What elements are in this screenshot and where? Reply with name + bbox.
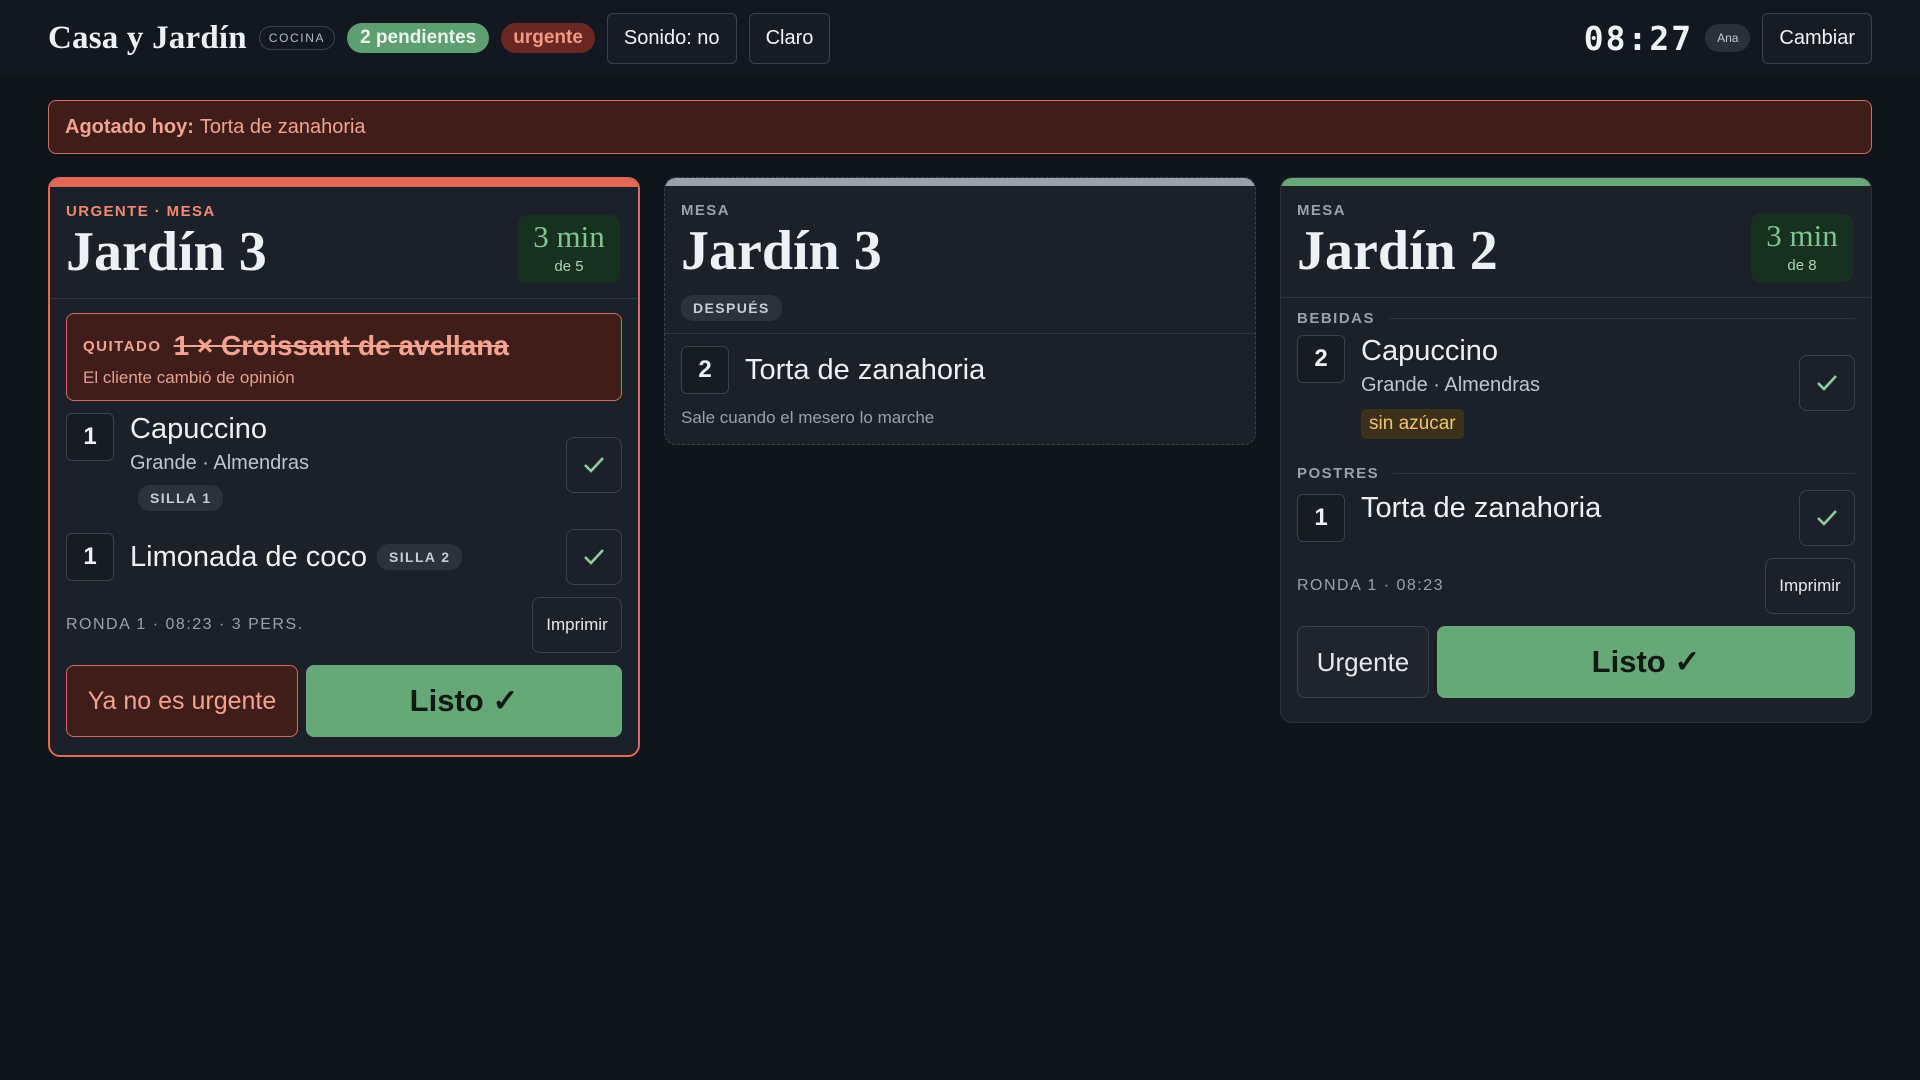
check-icon	[1817, 375, 1837, 391]
round-info: RONDA 1 · 08:23	[1297, 577, 1444, 594]
table-name: Jardín 3	[681, 220, 882, 282]
item-quantity: 1	[66, 533, 114, 581]
station-badge: COCINA	[258, 26, 336, 50]
round-info-row: RONDA 1 · 08:23 · 3 PERS. Imprimir	[66, 597, 622, 653]
clock: 08:27	[1583, 18, 1694, 58]
card-header: URGENTE · MESA Jardín 3 3 min de 5	[50, 187, 638, 299]
order-item: 1 Capuccino Grande · Almendras SILLA 1	[66, 413, 622, 517]
check-icon	[584, 549, 604, 565]
card-body: QUITADO 1 × Croissant de avellana El cli…	[50, 299, 638, 737]
order-item: 2 Capuccino Grande · Almendras sin azúca…	[1297, 335, 1855, 457]
pending-count-badge: 2 pendientes	[347, 23, 490, 53]
round-info-row: RONDA 1 · 08:23 Imprimir	[1297, 558, 1855, 614]
item-name: Limonada de coco	[130, 540, 367, 573]
card-actions: Ya no es urgente Listo ✓	[66, 665, 622, 737]
card-body: BEBIDAS 2 Capuccino Grande · Almendras s…	[1281, 298, 1871, 698]
item-quantity: 1	[1297, 494, 1345, 542]
item-name: Torta de zanahoria	[745, 353, 986, 386]
timer-value: 3 min	[1766, 218, 1838, 253]
print-button[interactable]: Imprimir	[1765, 558, 1855, 614]
round-info: RONDA 1 · 08:23 · 3 PERS.	[66, 616, 304, 633]
item-quantity: 1	[66, 413, 114, 461]
later-badge: DESPUÉS	[681, 295, 782, 321]
card-status-strip	[665, 178, 1255, 186]
sold-out-alert: Agotado hoy: Torta de zanahoria	[48, 100, 1872, 154]
check-icon	[584, 457, 604, 473]
remove-urgent-button[interactable]: Ya no es urgente	[66, 665, 298, 737]
seat-badge: SILLA 1	[138, 485, 224, 511]
order-card-later: MESA Jardín 3 DESPUÉS 2 Torta de zanahor…	[664, 177, 1256, 445]
sound-toggle-button[interactable]: Sonido: no	[606, 12, 737, 64]
change-user-button[interactable]: Cambiar	[1762, 12, 1872, 64]
item-done-button[interactable]	[1799, 490, 1855, 546]
ready-button[interactable]: Listo ✓	[1437, 626, 1855, 698]
timer-target: de 5	[554, 258, 584, 275]
item-quantity: 2	[1297, 335, 1345, 383]
check-icon	[1817, 510, 1837, 526]
seat-badge: SILLA 2	[377, 544, 463, 570]
order-item: 2 Torta de zanahoria	[681, 346, 1239, 394]
removed-note: El cliente cambió de opinión	[83, 368, 295, 387]
modifier-tag: sin azúcar	[1361, 409, 1464, 439]
theme-toggle-button[interactable]: Claro	[748, 12, 831, 64]
card-kicker: MESA	[681, 202, 730, 219]
mark-urgent-button[interactable]: Urgente	[1297, 626, 1429, 698]
urgent-badge: urgente	[501, 23, 595, 53]
removed-label: QUITADO	[83, 337, 162, 355]
order-card: MESA Jardín 2 3 min de 8 BEBIDAS 2 Capuc…	[1280, 177, 1872, 723]
item-name: Capuccino	[1361, 335, 1499, 367]
user-badge: Ana	[1705, 24, 1751, 52]
elapsed-timer: 3 min de 5	[518, 215, 620, 283]
item-quantity: 2	[681, 346, 729, 394]
item-modifiers: Grande · Almendras	[1361, 374, 1540, 396]
item-details: Capuccino Grande · Almendras SILLA 1	[130, 413, 309, 511]
elapsed-timer: 3 min de 8	[1751, 214, 1853, 282]
card-status-strip	[1281, 178, 1871, 186]
item-details: Capuccino Grande · Almendras sin azúcar	[1361, 335, 1540, 439]
brand-title: Casa y Jardín	[48, 19, 247, 56]
removed-item-notice: QUITADO 1 × Croissant de avellana El cli…	[66, 313, 622, 401]
section-label-drinks: BEBIDAS	[1297, 310, 1855, 327]
order-item: 1 Limonada de coco SILLA 2	[66, 529, 622, 585]
ready-button[interactable]: Listo ✓	[306, 665, 622, 737]
item-name: Torta de zanahoria	[1361, 492, 1602, 524]
removed-item-text: 1 × Croissant de avellana	[173, 330, 509, 361]
timer-value: 3 min	[533, 219, 605, 254]
section-label-desserts: POSTRES	[1297, 465, 1855, 482]
item-done-button[interactable]	[566, 437, 622, 493]
order-item: 1 Torta de zanahoria	[1297, 490, 1855, 546]
item-name: Capuccino	[130, 413, 268, 445]
item-done-button[interactable]	[1799, 355, 1855, 411]
card-header: MESA Jardín 3 DESPUÉS	[665, 186, 1255, 334]
card-status-strip	[50, 179, 638, 187]
sold-out-item: Torta de zanahoria	[199, 115, 366, 138]
card-actions: Urgente Listo ✓	[1297, 626, 1855, 698]
timer-target: de 8	[1787, 257, 1817, 274]
print-button[interactable]: Imprimir	[532, 597, 622, 653]
sold-out-label: Agotado hoy:	[65, 115, 194, 138]
order-card-urgent: URGENTE · MESA Jardín 3 3 min de 5 QUITA…	[48, 177, 640, 757]
item-done-button[interactable]	[566, 529, 622, 585]
card-header: MESA Jardín 2 3 min de 8	[1281, 186, 1871, 298]
top-bar: Casa y Jardín COCINA 2 pendientes urgent…	[0, 0, 1920, 76]
item-modifiers: Grande · Almendras	[130, 452, 309, 474]
hold-note: Sale cuando el mesero lo marche	[681, 408, 935, 427]
card-body: 2 Torta de zanahoria Sale cuando el mese…	[665, 334, 1255, 428]
